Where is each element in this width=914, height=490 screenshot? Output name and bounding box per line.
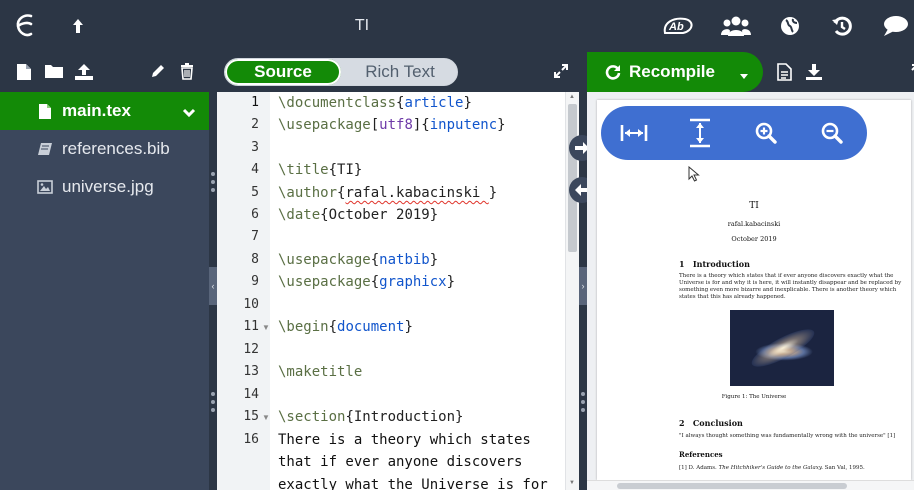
- code-line: that if ever anyone discovers: [278, 454, 523, 470]
- line-number: 11: [243, 319, 259, 334]
- spell-check-icon[interactable]: Ab: [660, 0, 696, 52]
- editor-pdf-splitter[interactable]: ›: [579, 52, 587, 490]
- file-icon: [36, 102, 54, 120]
- book-icon: [36, 140, 54, 158]
- share-users-icon[interactable]: [718, 0, 754, 52]
- pdf-paragraph-line: There is a theory which states that if e…: [679, 273, 894, 279]
- history-icon[interactable]: [828, 0, 856, 52]
- expand-icon[interactable]: [903, 63, 914, 84]
- code-line: \date{October 2019}: [278, 207, 439, 223]
- new-folder-icon[interactable]: [44, 63, 66, 81]
- file-item-main-tex[interactable]: main.tex: [0, 92, 210, 130]
- code-line: \title{TI}: [278, 162, 363, 178]
- line-number: 14: [243, 387, 259, 402]
- svg-text:Ab: Ab: [668, 21, 684, 33]
- galaxy-image: [730, 310, 834, 386]
- tree-splitter[interactable]: ‹: [209, 52, 217, 490]
- fold-toggle-icon[interactable]: ▼: [262, 323, 270, 332]
- pdf-figure-caption: Figure 1: The Universe: [721, 394, 787, 400]
- fit-width-icon[interactable]: [619, 118, 649, 148]
- upload-icon[interactable]: [74, 63, 96, 81]
- line-number: 13: [243, 364, 259, 379]
- pdf-section-heading: 2 Conclusion: [679, 418, 743, 428]
- pdf-reference-entry: [1] D. Adams. The Hitchhiker's Guide to …: [679, 465, 865, 471]
- line-number: 1: [251, 95, 259, 110]
- line-number: 4: [251, 162, 259, 177]
- pdf-date: October 2019: [731, 235, 777, 243]
- line-number: 12: [243, 342, 259, 357]
- pdf-zoom-controls: [601, 106, 867, 160]
- line-number: 8: [251, 252, 259, 267]
- file-item-universe-jpg[interactable]: universe.jpg: [0, 168, 210, 206]
- pdf-paragraph-line: something even more bizarre and inexplic…: [679, 287, 897, 293]
- pdf-toolbar: Recompile: [587, 52, 914, 92]
- collapse-left-icon[interactable]: ‹: [209, 267, 217, 305]
- recompile-label: Recompile: [629, 62, 715, 81]
- line-number: 15: [243, 409, 259, 424]
- rename-pencil-icon[interactable]: [150, 63, 168, 81]
- line-number-gutter: 1 2 3 4 5 6 7 8 9 10 11 ▼ 12 13 14 15 ▼ …: [217, 92, 270, 490]
- refresh-icon: [605, 64, 621, 80]
- file-item-references-bib[interactable]: references.bib: [0, 130, 210, 168]
- fold-toggle-icon[interactable]: ▼: [262, 413, 270, 422]
- file-tree-panel: main.tex references.bib universe.jpg: [0, 52, 210, 490]
- file-tree-toolbar: [0, 52, 210, 92]
- line-number: 2: [251, 117, 259, 132]
- code-line: exactly what the Universe is for: [278, 477, 548, 490]
- line-number: 7: [251, 229, 259, 244]
- zoom-out-icon[interactable]: [817, 118, 847, 148]
- new-file-icon[interactable]: [16, 63, 34, 81]
- editor-toolbar: Source Rich Text: [217, 52, 579, 92]
- chat-icon[interactable]: [880, 0, 910, 52]
- line-number: 6: [251, 207, 259, 222]
- file-name: universe.jpg: [62, 177, 154, 196]
- download-icon[interactable]: [805, 63, 823, 86]
- pdf-paragraph-line: "I always thought something was fundamen…: [679, 433, 896, 439]
- pdf-author: rafal.kabacinski: [727, 220, 781, 228]
- expand-icon[interactable]: [553, 63, 569, 84]
- recompile-button[interactable]: Recompile: [587, 52, 763, 92]
- line-number: 16: [243, 432, 259, 447]
- chevron-down-icon[interactable]: [182, 103, 196, 123]
- top-bar: TI Ab: [0, 0, 914, 52]
- pdf-paragraph-line: Universe is for and why it is here, it w…: [679, 280, 902, 286]
- delete-trash-icon[interactable]: [180, 63, 198, 81]
- code-line: \usepackage[utf8]{inputenc}: [278, 117, 506, 133]
- line-number: 9: [251, 274, 259, 289]
- pdf-references-heading: References: [679, 450, 723, 459]
- scroll-thumb[interactable]: [617, 483, 847, 489]
- source-mode-button[interactable]: Source: [225, 59, 341, 85]
- code-line: \usepackage{natbib}: [278, 252, 439, 268]
- collapse-right-icon[interactable]: ›: [579, 267, 587, 305]
- pdf-title: TI: [749, 201, 759, 211]
- caret-down-icon[interactable]: [739, 66, 749, 86]
- zoom-in-icon[interactable]: [751, 118, 781, 148]
- pdf-horizontal-scrollbar[interactable]: [587, 480, 914, 490]
- code-line: There is a theory which states: [278, 432, 531, 448]
- code-line: \documentclass{article}: [278, 95, 472, 111]
- pdf-section-heading: 1 Introduction: [679, 259, 750, 269]
- pdf-paragraph-line: states that this has already happened.: [679, 294, 786, 300]
- rich-text-mode-button[interactable]: Rich Text: [341, 59, 457, 85]
- code-line: \begin{document}: [278, 319, 413, 335]
- code-line: \author{rafal.kabacinski }: [278, 185, 498, 201]
- code-line: \usepackage{graphicx}: [278, 274, 456, 290]
- editor-mode-toggle: Source Rich Text: [224, 58, 458, 86]
- project-title: TI: [354, 17, 370, 34]
- line-number: 10: [243, 297, 259, 312]
- line-number: 5: [251, 185, 259, 200]
- line-number: 3: [251, 140, 259, 155]
- file-name: references.bib: [62, 139, 170, 158]
- image-icon: [36, 178, 54, 196]
- code-line: \section{Introduction}: [278, 409, 464, 425]
- globe-icon[interactable]: [776, 0, 804, 52]
- fit-height-icon[interactable]: [685, 118, 715, 148]
- logs-icon[interactable]: [777, 63, 792, 86]
- code-editor[interactable]: \documentclass{article} \usepackage[utf8…: [270, 92, 565, 490]
- code-line: \maketitle: [278, 364, 363, 380]
- file-name: main.tex: [62, 101, 131, 120]
- mouse-pointer-icon: [688, 165, 700, 187]
